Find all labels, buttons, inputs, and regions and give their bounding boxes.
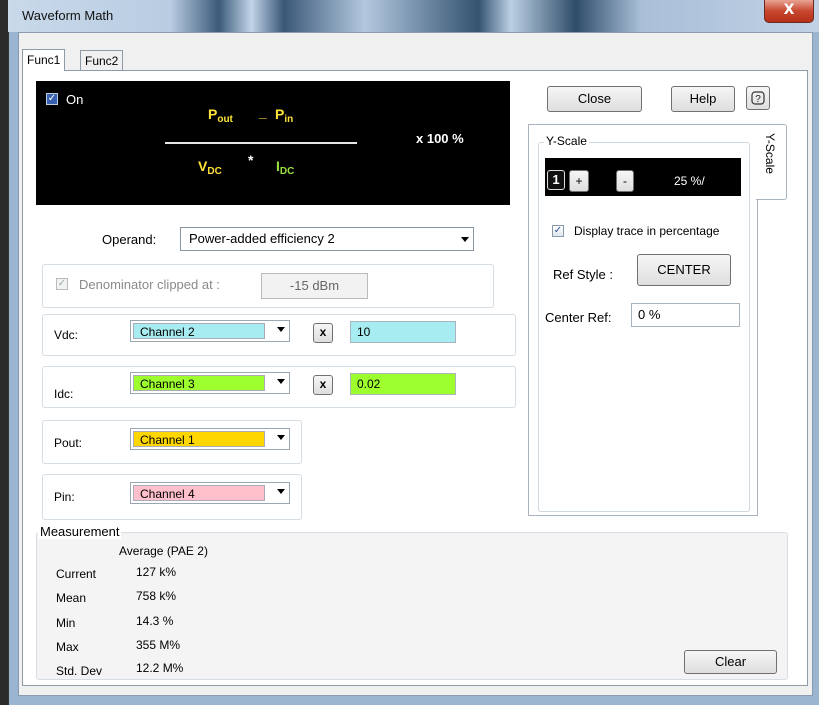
clear-button[interactable]: Clear	[684, 650, 777, 674]
window-close-button[interactable]: X	[764, 0, 814, 23]
idc-channel-dropdown[interactable]: Channel 3	[130, 372, 290, 394]
ref-style-button[interactable]: CENTER	[637, 254, 731, 286]
measurement-label-stddev: Std. Dev	[56, 664, 103, 678]
denominator-field[interactable]: -15 dBm	[261, 273, 368, 299]
operand-label: Operand:	[102, 232, 157, 247]
vdc-channel-value: Channel 2	[133, 323, 265, 339]
vdc-multiply-button[interactable]: x	[313, 323, 333, 343]
ref-style-label: Ref Style :	[553, 267, 613, 282]
measurement-label-min: Min	[56, 616, 76, 630]
on-checkbox[interactable]: ✓	[46, 93, 58, 105]
formula-times: *	[248, 152, 254, 168]
chevron-down-icon	[277, 327, 285, 332]
question-icon: ?	[751, 91, 765, 105]
pout-channel-value: Channel 1	[133, 431, 265, 447]
denominator-checkbox[interactable]: ✓	[56, 278, 68, 290]
formula-idc: IDC	[276, 158, 295, 177]
measurement-title: Measurement	[38, 524, 122, 539]
formula-multiplier: x 100 %	[416, 131, 464, 146]
title-bar[interactable]: Waveform Math	[8, 0, 819, 32]
center-ref-field[interactable]: 0 %	[631, 303, 740, 327]
tab-func2[interactable]: Func2	[80, 50, 124, 71]
chevron-down-icon	[277, 489, 285, 494]
pin-label: Pin:	[54, 490, 75, 504]
yscale-group	[538, 142, 750, 512]
operand-dropdown[interactable]: Power-added efficiency 2	[180, 227, 474, 251]
scale-minus-button[interactable]: -	[616, 170, 634, 192]
measurement-column-header: Average (PAE 2)	[119, 544, 208, 558]
channel-number-button[interactable]: 1	[547, 170, 565, 190]
on-label: On	[66, 92, 84, 107]
chevron-down-icon	[461, 237, 469, 242]
fraction-line	[165, 142, 357, 144]
measurement-value-min: 14.3 %	[136, 614, 174, 628]
chevron-down-icon	[277, 435, 285, 440]
help-button[interactable]: Help	[671, 86, 735, 112]
measurement-value-current: 127 k%	[136, 565, 177, 579]
pin-channel-value: Channel 4	[133, 485, 265, 501]
scale-plus-button[interactable]: +	[569, 170, 589, 192]
window-title: Waveform Math	[22, 8, 114, 23]
tab-func1[interactable]: Func1	[22, 49, 66, 71]
yscale-side-tab[interactable]: Y-Scale	[756, 124, 787, 200]
formula-pout: Pout	[208, 106, 233, 125]
close-button[interactable]: Close	[547, 86, 642, 112]
svg-text:?: ?	[755, 94, 761, 105]
idc-multiply-button[interactable]: x	[313, 375, 333, 395]
denominator-label: Denominator clipped at :	[79, 277, 220, 292]
measurement-label-mean: Mean	[56, 591, 87, 605]
measurement-value-max: 355 M%	[136, 638, 181, 652]
pout-label: Pout:	[54, 436, 83, 450]
display-percentage-label: Display trace in percentage	[574, 224, 720, 238]
idc-label: Idc:	[54, 387, 74, 401]
formula-pin: Pin	[275, 106, 294, 125]
yscale-side-tab-label: Y-Scale	[763, 133, 777, 174]
center-ref-label: Center Ref:	[545, 310, 612, 325]
measurement-value-mean: 758 k%	[136, 589, 177, 603]
pin-channel-dropdown[interactable]: Channel 4	[130, 482, 290, 504]
pout-channel-dropdown[interactable]: Channel 1	[130, 428, 290, 450]
measurement-label-max: Max	[56, 640, 79, 654]
yscale-group-label: Y-Scale	[544, 134, 589, 148]
vdc-channel-dropdown[interactable]: Channel 2	[130, 320, 290, 342]
scale-value: 25 %/	[674, 174, 705, 188]
measurement-label-current: Current	[56, 567, 97, 581]
measurement-value-stddev: 12.2 M%	[136, 661, 184, 675]
vdc-label: Vdc:	[54, 328, 79, 342]
operand-value: Power-added efficiency 2	[189, 231, 335, 246]
formula-vdc: VDC	[198, 158, 222, 177]
display-percentage-checkbox[interactable]: ✓	[552, 225, 564, 237]
vdc-multiplier-field[interactable]: 10	[350, 321, 456, 343]
formula-minus: _	[259, 104, 267, 120]
chevron-down-icon	[277, 379, 285, 384]
idc-multiplier-field[interactable]: 0.02	[350, 373, 456, 395]
idc-channel-value: Channel 3	[133, 375, 265, 391]
help-icon[interactable]: ?	[746, 86, 770, 110]
